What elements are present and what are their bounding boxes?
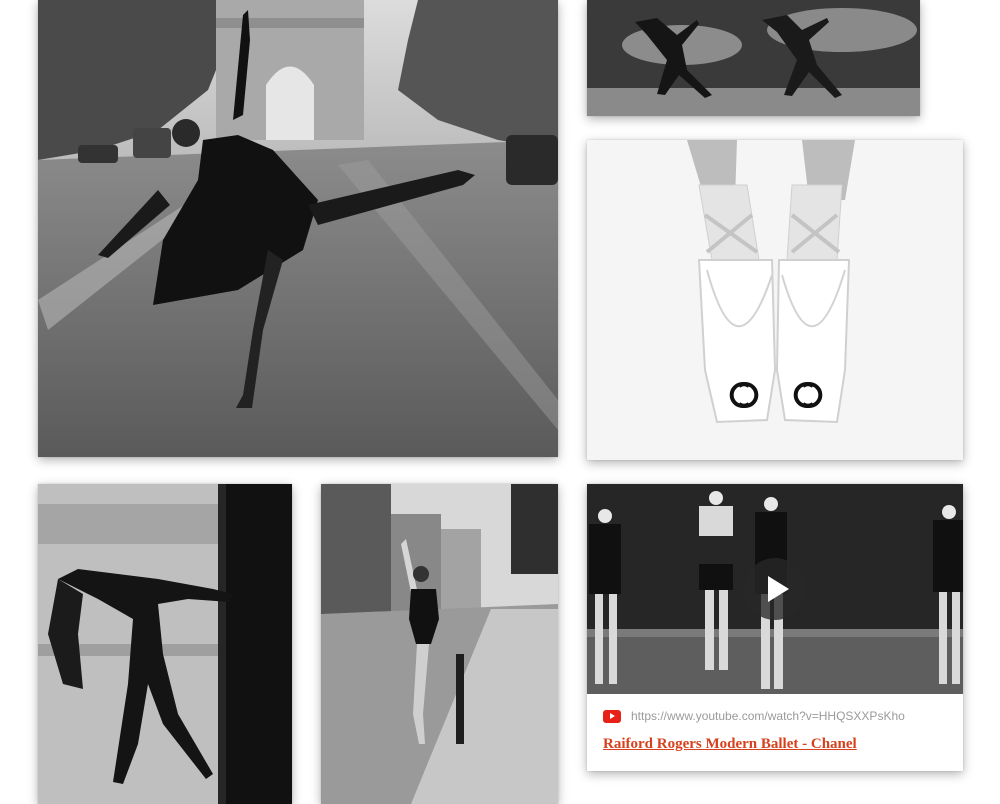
youtube-icon bbox=[603, 709, 621, 723]
video-title-link[interactable]: Raiford Rogers Modern Ballet - Chanel bbox=[603, 736, 857, 753]
pin-dancer-subway[interactable] bbox=[38, 484, 292, 804]
ballerina-leg-stretch-photo bbox=[321, 484, 558, 804]
play-icon bbox=[768, 576, 789, 602]
pin-pointe-shoes-chanel[interactable] bbox=[587, 140, 963, 460]
two-dancers-chalk-dust-photo bbox=[587, 0, 920, 116]
pin-ballerina-city-stretch[interactable] bbox=[321, 484, 558, 804]
pin-dancers-chalk-dust[interactable] bbox=[587, 0, 920, 116]
pin-video-chanel-ballet[interactable]: https://www.youtube.com/watch?v=HHQSXXPs… bbox=[587, 484, 963, 771]
ballerina-arabesque-photo bbox=[38, 0, 558, 457]
link-source: https://www.youtube.com/watch?v=HHQSXXPs… bbox=[603, 706, 905, 726]
play-button[interactable] bbox=[744, 558, 806, 620]
pin-ballerina-street[interactable] bbox=[38, 0, 558, 457]
dancer-backbend-subway-photo bbox=[38, 484, 292, 804]
pointe-shoes-chanel-photo bbox=[587, 140, 963, 460]
video-url[interactable]: https://www.youtube.com/watch?v=HHQSXXPs… bbox=[631, 709, 905, 723]
